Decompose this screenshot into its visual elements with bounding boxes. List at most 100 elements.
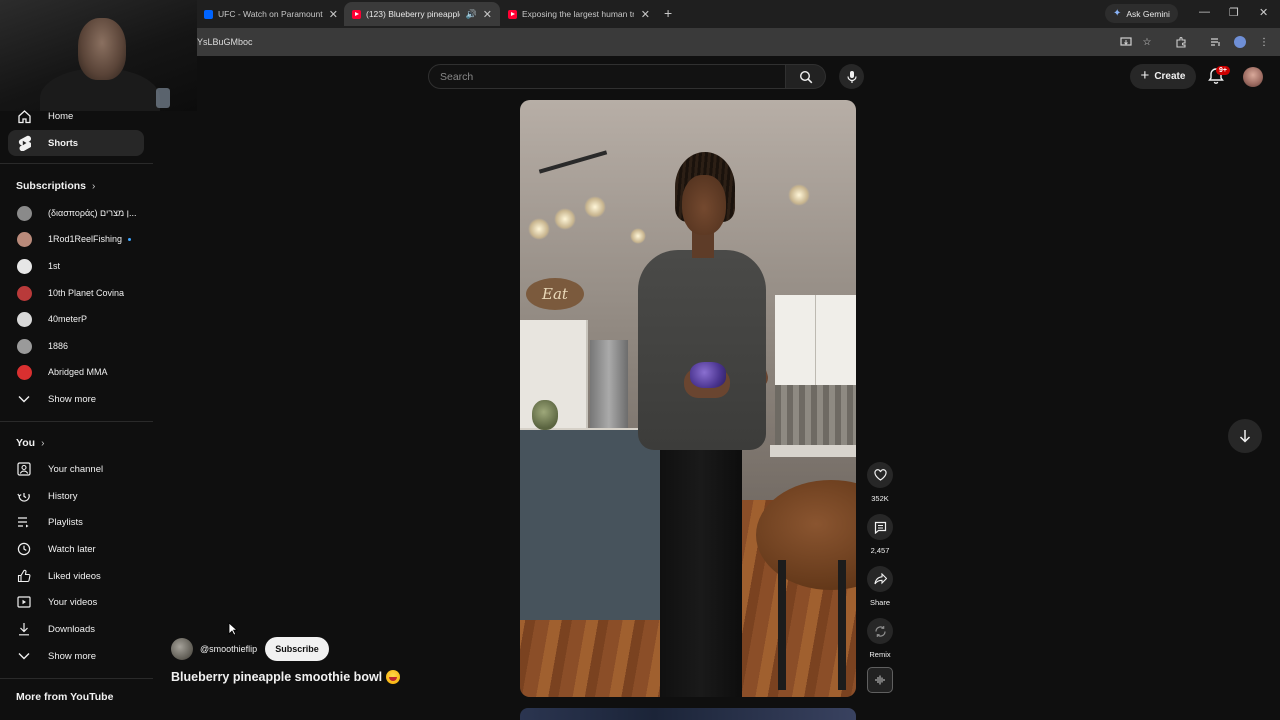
search-button[interactable] [786, 64, 826, 89]
remix-button[interactable]: Remix [867, 618, 893, 659]
sidebar-item-label: Playlists [48, 516, 83, 528]
close-window-icon[interactable]: ✕ [1259, 6, 1268, 19]
sidebar-item-watch-later[interactable]: Watch later [8, 536, 144, 562]
subscription-item[interactable]: 1886 [8, 333, 144, 359]
short-title-text: Blueberry pineapple smoothie bowl [171, 670, 383, 684]
chevron-right-icon: › [92, 180, 96, 192]
sidebar-item-label: History [48, 490, 78, 502]
account-avatar[interactable] [1243, 67, 1263, 87]
share-icon [873, 573, 887, 585]
drooling-face-emoji-icon [386, 670, 401, 684]
profile-icon[interactable] [1233, 35, 1247, 49]
subscription-label: 40meterP [48, 314, 88, 324]
wall-sign: Eat [526, 278, 584, 310]
youtube-icon [352, 9, 361, 19]
speaker-icon[interactable]: 🔊 [466, 9, 477, 20]
subscription-item[interactable]: Abridged MMA [8, 359, 144, 385]
video-icon [16, 594, 32, 610]
sidebar-item-history[interactable]: History [8, 483, 144, 509]
share-button[interactable]: Share [867, 566, 893, 607]
subscribe-button[interactable]: Subscribe [265, 637, 329, 661]
chevron-right-icon: › [41, 437, 45, 449]
subscription-label: 10th Planet Covina [48, 288, 125, 298]
next-short-preview[interactable] [520, 708, 856, 720]
install-app-icon[interactable] [1119, 35, 1133, 49]
sidebar-item-label: Liked videos [48, 570, 101, 582]
clock-icon [16, 541, 32, 557]
bookmark-star-icon[interactable]: ☆ [1140, 35, 1154, 49]
you-show-more[interactable]: Show more [8, 643, 144, 669]
channel-avatar [17, 258, 32, 274]
ask-gemini-button[interactable]: ✦ Ask Gemini [1105, 4, 1178, 23]
tab-close-icon[interactable]: ✕ [635, 8, 650, 21]
url-field[interactable]: YsLBuGMboc [197, 37, 253, 47]
subscription-item[interactable]: (διασποράς) ן מצרים... [8, 200, 144, 226]
channel-avatar[interactable] [171, 638, 193, 660]
tab-title: (123) Blueberry pineapple s [366, 9, 460, 19]
new-tab-button[interactable]: + [664, 5, 672, 21]
comment-icon [874, 521, 886, 534]
user-box-icon [16, 461, 32, 477]
media-control-icon[interactable] [1209, 35, 1223, 49]
sidebar-item-label: Home [48, 110, 74, 122]
more-menu-icon[interactable]: ⋮ [1257, 35, 1271, 49]
history-icon [16, 488, 32, 504]
sidebar-item-label: Shorts [48, 137, 79, 149]
subscriptions-show-more[interactable]: Show more [8, 386, 144, 412]
search-input[interactable]: Search [428, 64, 786, 89]
sidebar-item-home[interactable]: Home [8, 103, 144, 129]
sidebar-item-downloads[interactable]: Downloads [8, 616, 144, 642]
sidebar-divider [0, 678, 153, 679]
subscription-item[interactable]: 1st [8, 253, 144, 279]
ask-gemini-label: Ask Gemini [1126, 8, 1170, 19]
create-button[interactable]: + Create [1130, 64, 1196, 89]
sound-button[interactable] [867, 667, 893, 693]
search-placeholder: Search [440, 71, 474, 83]
tab-close-icon[interactable]: ✕ [323, 8, 338, 21]
comments-button[interactable]: 2,457 [867, 514, 893, 555]
sidebar-item-shorts[interactable]: Shorts [8, 130, 144, 156]
sidebar-item-your-channel[interactable]: Your channel [8, 456, 144, 482]
subscription-item[interactable]: 1Rod1ReelFishing [8, 226, 144, 252]
tab-title: UFC - Watch on Paramount Plu [218, 9, 323, 19]
tab-exposing[interactable]: Exposing the largest human tra ✕ [500, 2, 658, 26]
channel-avatar [17, 285, 32, 301]
subscription-item[interactable]: 10th Planet Covina [8, 280, 144, 306]
subscriptions-heading[interactable]: Subscriptions › [16, 180, 95, 192]
download-icon [16, 621, 32, 637]
tab-blueberry-short[interactable]: (123) Blueberry pineapple s 🔊 ✕ [344, 2, 500, 26]
remix-label: Remix [869, 650, 891, 659]
plus-icon: + [1140, 67, 1150, 84]
tab-paramount[interactable]: UFC - Watch on Paramount Plu ✕ [196, 2, 346, 26]
create-label: Create [1154, 71, 1186, 82]
sidebar-item-playlists[interactable]: Playlists [8, 509, 144, 535]
more-from-youtube-heading: More from YouTube [16, 691, 113, 703]
sidebar-item-liked-videos[interactable]: Liked videos [8, 563, 144, 589]
arrow-down-icon [1239, 430, 1251, 443]
more-from-youtube-title: More from YouTube [16, 691, 114, 703]
short-title[interactable]: Blueberry pineapple smoothie bowl [171, 670, 401, 684]
subscription-item[interactable]: 40meterP [8, 306, 144, 332]
remix-icon [874, 625, 886, 637]
like-button[interactable]: 352K [867, 462, 893, 503]
thumbs-up-icon [16, 568, 32, 584]
maximize-icon[interactable]: ❐ [1229, 6, 1239, 19]
extensions-icon[interactable] [1174, 35, 1188, 49]
voice-search-button[interactable] [839, 64, 864, 89]
sidebar-divider [0, 163, 153, 164]
gemini-sparkle-icon: ✦ [1113, 8, 1122, 19]
webcam-overlay [0, 0, 197, 111]
channel-handle[interactable]: @smoothieflip [200, 644, 257, 654]
you-heading[interactable]: You › [16, 437, 44, 449]
sidebar-item-your-videos[interactable]: Your videos [8, 589, 144, 615]
shorts-video-player[interactable]: Eat [520, 100, 856, 697]
minimize-icon[interactable]: — [1199, 6, 1210, 18]
tab-close-icon[interactable]: ✕ [477, 8, 492, 21]
subscription-label: Abridged MMA [48, 367, 108, 377]
show-more-label: Show more [48, 650, 97, 662]
next-short-button[interactable] [1228, 419, 1262, 453]
sidebar-divider [0, 421, 153, 422]
heart-icon [873, 469, 887, 481]
paramount-icon [204, 9, 213, 19]
chevron-down-icon [16, 391, 32, 407]
